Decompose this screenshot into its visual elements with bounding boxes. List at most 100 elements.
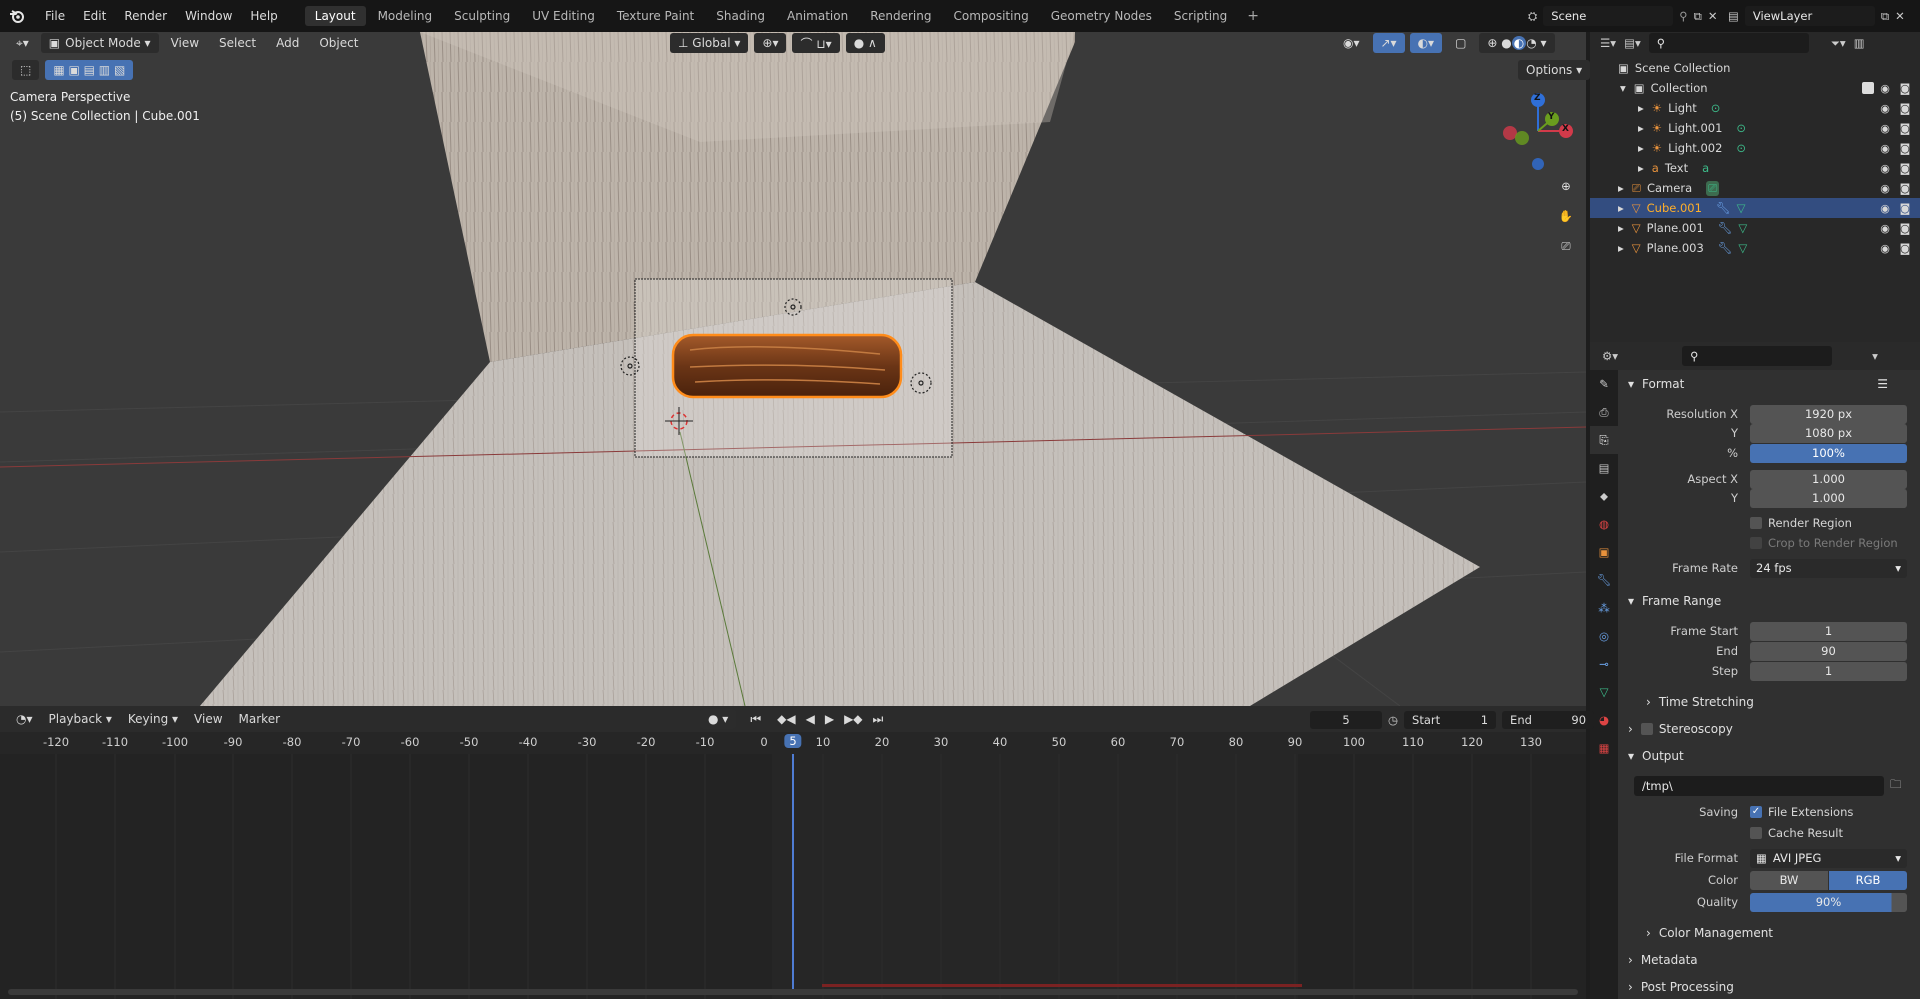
- outliner-search-input[interactable]: ⚲: [1648, 33, 1809, 53]
- material-tab-icon[interactable]: ◕: [1590, 706, 1618, 734]
- play-reverse-icon[interactable]: ◀: [804, 709, 817, 729]
- menu-playback[interactable]: Playback ▾: [41, 709, 120, 729]
- properties-options-icon[interactable]: ▾: [1872, 349, 1878, 363]
- pin-icon[interactable]: ⚲: [1679, 9, 1687, 23]
- tab-shading[interactable]: Shading: [706, 6, 775, 26]
- menu-file[interactable]: File: [36, 9, 74, 23]
- camera-data-icon[interactable]: ⎚: [1706, 180, 1720, 196]
- next-keyframe-icon[interactable]: ▶◆: [842, 709, 864, 729]
- new-view-layer-icon[interactable]: ⧉: [1881, 9, 1889, 24]
- menu-render[interactable]: Render: [115, 9, 176, 23]
- filter-icon[interactable]: ⏷▾: [1831, 36, 1846, 51]
- timeline-scrollbar[interactable]: [8, 989, 1578, 995]
- expand-arrow-icon[interactable]: ▸: [1618, 181, 1624, 195]
- tab-texture-paint[interactable]: Texture Paint: [607, 6, 704, 26]
- mode-select[interactable]: ▣ Object Mode ▾: [40, 33, 159, 53]
- frame-range-panel-header[interactable]: ▾ Frame Range: [1628, 590, 1918, 612]
- aspect-y-field[interactable]: 1.000: [1750, 488, 1907, 508]
- eye-icon[interactable]: ◉: [1878, 221, 1892, 235]
- camera-render-icon[interactable]: ◙: [1898, 81, 1912, 95]
- expand-arrow-icon[interactable]: ▸: [1638, 121, 1644, 135]
- modifier-wrench-icon[interactable]: 🔧︎: [1718, 221, 1733, 235]
- outliner-item-light-001[interactable]: ▸ ☀ Light.001 ⊙ ◉ ◙: [1590, 118, 1920, 138]
- modifier-tab-icon[interactable]: 🔧︎: [1590, 566, 1618, 594]
- tab-rendering[interactable]: Rendering: [860, 6, 941, 26]
- tab-compositing[interactable]: Compositing: [943, 6, 1038, 26]
- light-data-icon[interactable]: ⊙: [1736, 121, 1746, 135]
- proportional-edit-toggle[interactable]: ● ∧: [845, 33, 885, 53]
- expand-arrow-icon[interactable]: ▸: [1618, 201, 1624, 215]
- camera-view-icon[interactable]: ⎚: [1553, 233, 1579, 259]
- file-format-select[interactable]: ▦ AVI JPEG ▾: [1750, 848, 1907, 868]
- world-tab-icon[interactable]: ◍: [1590, 510, 1618, 538]
- jump-end-icon[interactable]: ⏭: [871, 709, 886, 729]
- timeline-editor-type-icon[interactable]: ◔▾: [8, 709, 41, 729]
- outliner-item-light[interactable]: ▸ ☀ Light ⊙ ◉ ◙: [1590, 98, 1920, 118]
- frame-step-field[interactable]: 1: [1750, 661, 1907, 681]
- xray-icon[interactable]: ▢: [1447, 33, 1474, 53]
- editor-type-button[interactable]: ⌖▾: [8, 33, 37, 53]
- jump-start-icon[interactable]: ⏮: [742, 709, 769, 729]
- pivot-select[interactable]: ⊕▾: [754, 33, 787, 53]
- pan-hand-icon[interactable]: ✋: [1553, 203, 1579, 229]
- stereoscopy-panel-header[interactable]: › Stereoscopy: [1628, 718, 1918, 740]
- outliner-item-cube-001[interactable]: ▸ ▽ Cube.001 🔧︎ ▽ ◉ ◙: [1590, 198, 1920, 218]
- select-mode-icons[interactable]: ▦ ▣ ▤ ▥ ▧: [45, 60, 134, 80]
- outliner-item-light-002[interactable]: ▸ ☀ Light.002 ⊙ ◉ ◙: [1590, 138, 1920, 158]
- gizmo-toggle-icon[interactable]: ↗▾: [1372, 33, 1405, 53]
- prev-keyframe-icon[interactable]: ◆◀: [775, 709, 797, 729]
- physics-tab-icon[interactable]: ◎: [1590, 622, 1618, 650]
- menu-marker[interactable]: Marker: [231, 709, 288, 729]
- camera-render-icon[interactable]: ◙: [1898, 241, 1912, 255]
- new-scene-icon[interactable]: ⧉: [1694, 9, 1702, 24]
- menu-select[interactable]: Select: [211, 33, 264, 53]
- menu-keying[interactable]: Keying ▾: [120, 709, 186, 729]
- properties-editor-icon[interactable]: ⚙▾: [1602, 349, 1618, 363]
- new-collection-icon[interactable]: ▥: [1854, 36, 1865, 50]
- color-rgb-option[interactable]: RGB: [1829, 870, 1907, 890]
- outliner-item-text[interactable]: ▸ a Text a ◉ ◙: [1590, 158, 1920, 178]
- render-region-checkbox[interactable]: [1750, 517, 1762, 529]
- snap-toggle[interactable]: ⌒ ⊔▾: [792, 33, 840, 53]
- tool-tab-icon[interactable]: ✎: [1590, 370, 1618, 398]
- post-processing-panel-header[interactable]: › Post Processing: [1628, 976, 1918, 998]
- current-frame-marker[interactable]: 5: [784, 734, 802, 748]
- add-workspace-button[interactable]: +: [1239, 8, 1267, 24]
- file-extensions-toggle[interactable]: ✓ File Extensions: [1750, 805, 1853, 819]
- camera-render-icon[interactable]: ◙: [1898, 221, 1912, 235]
- scene-tab-icon[interactable]: ⬥: [1590, 482, 1618, 510]
- shading-modes[interactable]: ⊕ ● ◐ ◔ ▾: [1479, 33, 1555, 53]
- eye-icon[interactable]: ◉: [1878, 181, 1892, 195]
- view-layer-icon[interactable]: ▤: [1728, 9, 1739, 23]
- crop-region-row[interactable]: Crop to Render Region: [1628, 533, 1918, 553]
- outliner-item-plane-001[interactable]: ▸ ▽ Plane.001 🔧︎ ▽ ◉ ◙: [1590, 218, 1920, 238]
- eye-icon[interactable]: ◉: [1878, 241, 1892, 255]
- output-path-input[interactable]: /tmp\: [1634, 776, 1884, 796]
- res-y-field[interactable]: 1080 px: [1750, 423, 1907, 443]
- eye-icon[interactable]: ◉: [1878, 141, 1892, 155]
- render-region-row[interactable]: Render Region: [1628, 513, 1918, 533]
- crop-region-checkbox[interactable]: [1750, 537, 1762, 549]
- res-x-field[interactable]: 1920 px: [1750, 404, 1907, 424]
- blender-logo-icon[interactable]: [8, 7, 26, 25]
- 3d-viewport[interactable]: [0, 32, 1586, 706]
- outliner-collection[interactable]: ▾ ▣ Collection ◉ ◙: [1590, 78, 1920, 98]
- delete-scene-icon[interactable]: ✕: [1708, 9, 1718, 23]
- collection-checkbox[interactable]: [1862, 82, 1874, 94]
- stereoscopy-checkbox[interactable]: [1640, 723, 1653, 735]
- menu-view[interactable]: View: [163, 33, 207, 53]
- clock-icon[interactable]: ◷: [1388, 713, 1398, 727]
- eye-icon[interactable]: ◉: [1878, 81, 1892, 95]
- res-pct-field[interactable]: 100%: [1750, 443, 1907, 463]
- tab-modeling[interactable]: Modeling: [368, 6, 443, 26]
- navigation-gizmo[interactable]: Z X Y: [1496, 86, 1580, 172]
- particles-tab-icon[interactable]: ⁂: [1590, 594, 1618, 622]
- eye-icon[interactable]: ◉: [1878, 161, 1892, 175]
- cache-result-toggle[interactable]: Cache Result: [1750, 826, 1843, 840]
- eye-icon[interactable]: ◉: [1878, 101, 1892, 115]
- camera-render-icon[interactable]: ◙: [1898, 161, 1912, 175]
- menu-edit[interactable]: Edit: [74, 9, 115, 23]
- color-management-subpanel[interactable]: › Color Management: [1628, 922, 1918, 944]
- view-layer-tab-icon[interactable]: ▤: [1590, 454, 1618, 482]
- display-mode-icon[interactable]: ▤▾: [1624, 36, 1641, 50]
